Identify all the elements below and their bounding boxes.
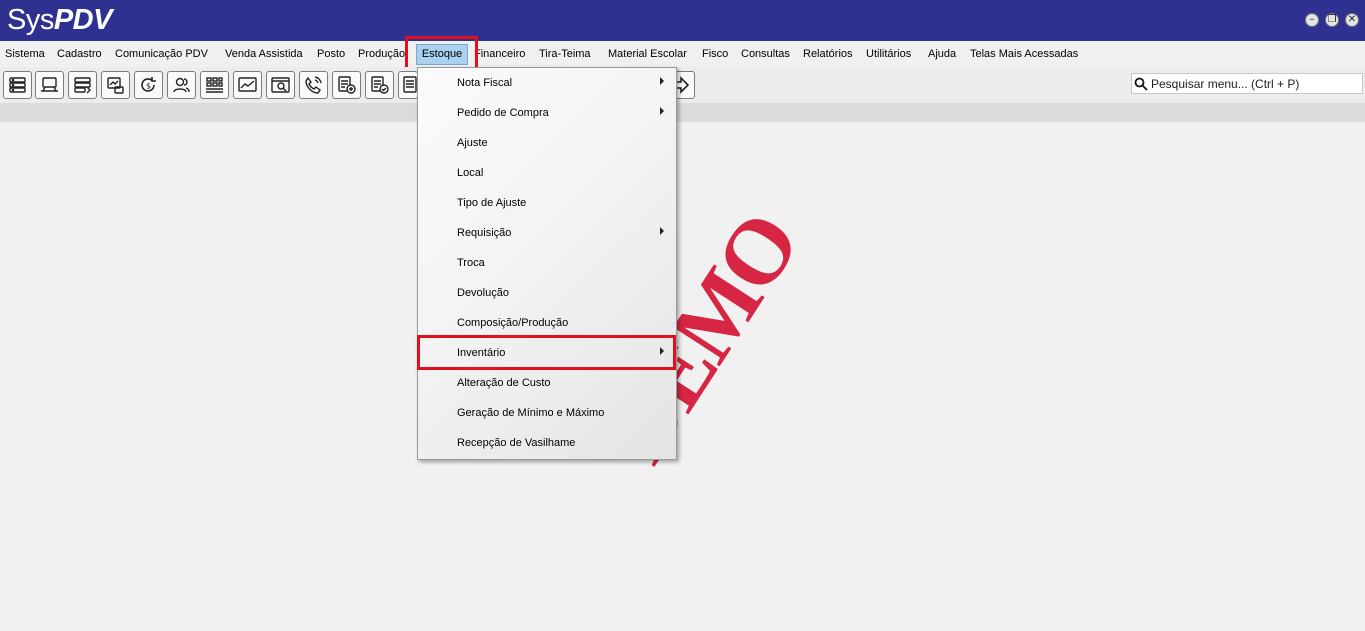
estoque-item-local[interactable]: Local [418,158,676,188]
menu-sistema[interactable]: Sistema [5,48,45,60]
close-button[interactable]: ✕ [1345,13,1359,27]
server-icon [9,77,26,93]
menu-consultas[interactable]: Consultas [741,48,790,60]
toolbar-button-stock-shelf[interactable] [200,71,229,99]
window-search-icon [271,77,290,93]
toolbar-button-chart[interactable] [233,71,262,99]
menu-material-escolar[interactable]: Material Escolar [608,48,687,60]
toolbar-button-refund[interactable]: $ [134,71,163,99]
estoque-item-recepcao-de-vasilhame[interactable]: Recepção de Vasilhame [418,428,676,458]
menu-item-label: Alteração de Custo [457,377,551,389]
refund-icon: $ [141,77,156,92]
estoque-item-nota-fiscal[interactable]: Nota Fiscal [418,68,676,98]
toolbar-button-document-add[interactable] [332,71,361,99]
estoque-item-troca[interactable]: Troca [418,248,676,278]
estoque-item-devolucao[interactable]: Devolução [418,278,676,308]
menu-item-label: Local [457,167,484,179]
estoque-item-alteracao-de-custo[interactable]: Alteração de Custo [418,368,676,398]
search-placeholder: Pesquisar menu... (Ctrl + P) [1151,77,1300,91]
menu-item-label: Pedido de Compra [457,107,549,119]
menu-fisco[interactable]: Fisco [702,48,728,60]
document-add-icon [338,76,356,94]
toolbar-button-server[interactable] [3,71,32,99]
title-bar: SysPDV – ❐ ✕ [0,0,1365,41]
estoque-dropdown-menu: Nota Fiscal Pedido de Compra Ajuste Loca… [417,67,677,460]
menu-item-label: Recepção de Vasilhame [457,437,576,449]
menu-producao[interactable]: Produção [358,48,405,60]
phone-icon [305,76,322,94]
menu-item-label: Requisição [457,227,512,239]
menu-cadastro[interactable]: Cadastro [57,48,102,60]
svg-text:$: $ [146,82,151,91]
menu-item-label: Composição/Produção [457,317,569,329]
toolbar-button-pos-terminal[interactable] [68,71,97,99]
menu-item-label: Troca [457,257,485,269]
toolbar-button-document-list[interactable] [398,71,418,99]
menu-item-label: Devolução [457,287,509,299]
estoque-item-tipo-de-ajuste[interactable]: Tipo de Ajuste [418,188,676,218]
menu-financeiro[interactable]: Financeiro [474,48,525,60]
menu-relatorios[interactable]: Relatórios [803,48,853,60]
logo-pdv-text: PDV [53,4,113,36]
menu-utilitarios[interactable]: Utilitários [866,48,911,60]
menu-bar: Sistema Cadastro Comunicação PDV Venda A… [0,42,1365,67]
menu-ajuda[interactable]: Ajuda [928,48,956,60]
restore-button[interactable]: ❐ [1325,13,1339,27]
stock-shelf-icon [206,77,223,93]
logo-sys-text: Sys [7,4,54,36]
report-chart-icon [107,77,124,94]
chart-icon [238,77,257,92]
estoque-item-requisicao[interactable]: Requisição [418,218,676,248]
estoque-item-ajuste[interactable]: Ajuste [418,128,676,158]
estoque-item-composicao-producao[interactable]: Composição/Produção [418,308,676,338]
menu-item-label: Nota Fiscal [457,77,513,89]
menu-item-label: Geração de Mínimo e Máximo [457,407,605,419]
submenu-arrow-icon [660,227,664,235]
toolbar-button-phone[interactable] [299,71,328,99]
tab-strip [0,103,1365,122]
toolbar-button-document-check[interactable] [365,71,394,99]
document-check-icon [371,76,389,94]
toolbar-button-window-search[interactable] [266,71,295,99]
submenu-arrow-icon [660,77,664,85]
submenu-arrow-icon [660,107,664,115]
estoque-item-pedido-de-compra[interactable]: Pedido de Compra [418,98,676,128]
toolbar-button-computer[interactable] [35,71,64,99]
minimize-button[interactable]: – [1305,13,1319,27]
menu-telas-mais-acessadas[interactable]: Telas Mais Acessadas [970,48,1078,60]
menu-estoque[interactable]: Estoque [416,44,468,65]
menu-item-label: Inventário [457,347,506,359]
syspdv-logo: SysPDV [7,2,112,38]
search-icon [1134,77,1148,91]
computer-icon [41,77,58,92]
estoque-item-geracao-minimo-maximo[interactable]: Geração de Mínimo e Máximo [418,398,676,428]
menu-item-label: Ajuste [457,137,488,149]
menu-posto[interactable]: Posto [317,48,345,60]
menu-comunicacao-pdv[interactable]: Comunicação PDV [115,48,208,60]
toolbar-button-report-chart[interactable] [101,71,130,99]
menu-venda-assistida[interactable]: Venda Assistida [225,48,303,60]
menu-tira-teima[interactable]: Tira-Teima [539,48,591,60]
submenu-arrow-icon [660,347,664,355]
pos-terminal-icon [74,77,91,94]
estoque-item-inventario[interactable]: Inventário [418,338,676,368]
users-icon [173,77,190,93]
toolbar-button-users[interactable] [167,71,196,99]
menu-item-label: Tipo de Ajuste [457,197,527,209]
search-menu-box[interactable]: Pesquisar menu... (Ctrl + P) [1131,73,1363,94]
